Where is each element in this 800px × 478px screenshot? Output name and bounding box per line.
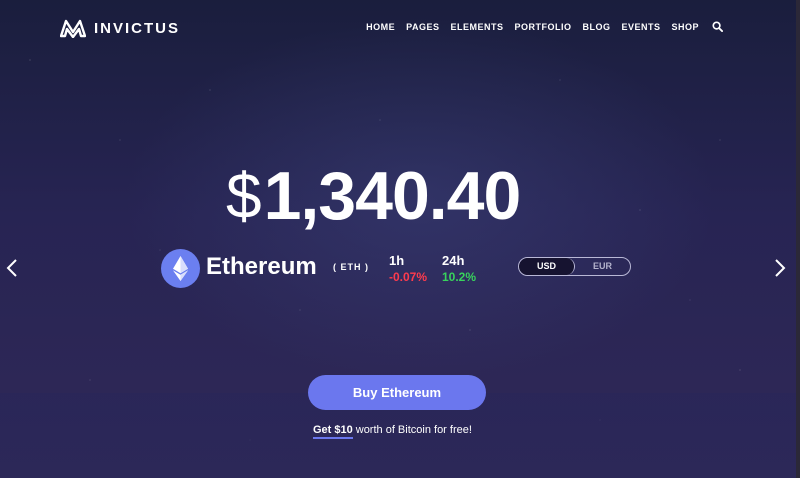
stat-1h-label: 1h: [389, 253, 405, 268]
coin-name: Ethereum: [206, 253, 317, 280]
stat-24h: 24h 10.2%: [442, 253, 476, 284]
coin-symbol: ( ETH ): [333, 262, 369, 272]
nav-item-shop[interactable]: SHOP: [671, 22, 699, 32]
brand-logo[interactable]: INVICTUS: [60, 18, 180, 38]
price-value: 1,340.40: [263, 158, 522, 234]
nav-item-pages[interactable]: PAGES: [406, 22, 439, 32]
promo-link[interactable]: Get $10: [313, 424, 353, 439]
chevron-left-icon[interactable]: [6, 258, 18, 278]
brand-name: INVICTUS: [94, 19, 181, 37]
nav-item-elements[interactable]: ELEMENTS: [450, 22, 503, 32]
invictus-logo-icon: [60, 19, 86, 38]
hero-section: INVICTUS HOME PAGES ELEMENTS PORTFOLIO B…: [0, 0, 796, 478]
currency-symbol: $: [226, 160, 262, 232]
stat-24h-label: 24h: [442, 253, 465, 268]
nav-item-blog[interactable]: BLOG: [582, 22, 610, 32]
promo-text: worth of Bitcoin for free!: [355, 424, 472, 436]
currency-option-usd[interactable]: USD: [519, 258, 575, 275]
price-display: $ 1,340.40: [226, 158, 522, 234]
stat-1h: 1h -0.07%: [389, 253, 427, 284]
promo-line: Get $10 worth of Bitcoin for free!: [313, 424, 472, 439]
chevron-right-icon[interactable]: [774, 258, 786, 278]
main-nav: HOME PAGES ELEMENTS PORTFOLIO BLOG EVENT…: [355, 21, 723, 32]
currency-toggle: USD EUR: [518, 257, 631, 276]
stat-24h-value: 10.2%: [442, 270, 477, 284]
ethereum-icon: [161, 249, 200, 288]
nav-item-portfolio[interactable]: PORTFOLIO: [514, 22, 571, 32]
stat-1h-value: -0.07%: [389, 270, 428, 284]
nav-item-events[interactable]: EVENTS: [621, 22, 660, 32]
nav-item-home[interactable]: HOME: [366, 22, 395, 32]
buy-ethereum-button[interactable]: Buy Ethereum: [308, 375, 486, 410]
search-icon[interactable]: [712, 21, 723, 32]
window-edge: [796, 0, 800, 478]
currency-option-eur[interactable]: EUR: [575, 258, 630, 275]
